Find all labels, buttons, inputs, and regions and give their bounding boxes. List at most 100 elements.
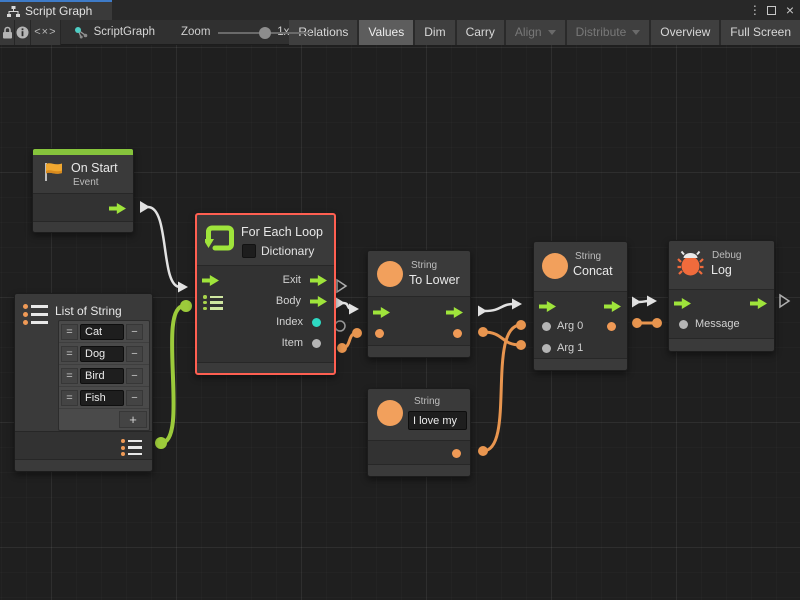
flow-input-port[interactable] <box>539 301 556 312</box>
event-strip <box>33 149 133 155</box>
wire-endpoint <box>516 340 526 350</box>
flow-output-port[interactable] <box>604 301 621 312</box>
wire-endpoint <box>180 300 192 312</box>
list-item-row: = − <box>59 343 149 365</box>
list-item-row: = − <box>59 365 149 387</box>
info-icon <box>16 26 29 39</box>
node-debug-log[interactable]: Debug Log Message <box>668 240 775 352</box>
node-category: String <box>414 396 440 407</box>
list-item-field[interactable] <box>80 324 124 340</box>
flow-input-port[interactable] <box>373 307 390 318</box>
flow-output-port[interactable] <box>109 203 126 214</box>
drag-handle[interactable]: = <box>61 346 78 362</box>
carry-button[interactable]: Carry <box>457 20 504 45</box>
wire-tolower-arg1[interactable] <box>483 332 521 345</box>
list-item-field[interactable] <box>80 368 124 384</box>
arg1-input-port[interactable] <box>542 344 551 353</box>
list-item-field[interactable] <box>80 346 124 362</box>
node-footer <box>33 221 133 232</box>
node-body: Exit Body Index Item <box>197 265 334 362</box>
node-title: List of String <box>55 304 122 318</box>
wire-endpoint <box>478 327 488 337</box>
string-icon <box>377 261 403 287</box>
graph-canvas[interactable]: On Start Event List of String = − = − <box>0 45 800 600</box>
values-button[interactable]: Values <box>359 20 413 45</box>
port-label-index: Index <box>276 316 303 328</box>
node-to-lower[interactable]: String To Lower <box>367 250 471 358</box>
wire-onstart-foreach[interactable] <box>148 207 180 287</box>
drag-handle[interactable]: = <box>61 324 78 340</box>
wire-list-foreach[interactable] <box>161 306 184 443</box>
remove-item-button[interactable]: − <box>126 368 143 384</box>
collection-input-port[interactable] <box>203 295 223 310</box>
index-output-port[interactable] <box>312 318 321 327</box>
string-input-port[interactable] <box>375 329 384 338</box>
list-item-field[interactable] <box>80 390 124 406</box>
flow-output-body[interactable] <box>310 296 327 307</box>
message-input-port[interactable] <box>679 320 688 329</box>
remove-item-button[interactable]: − <box>126 346 143 362</box>
node-footer <box>534 358 627 370</box>
dim-button[interactable]: Dim <box>415 20 454 45</box>
align-button[interactable]: Align <box>506 20 565 45</box>
lock-button[interactable] <box>0 20 15 45</box>
result-output-port[interactable] <box>607 322 616 331</box>
overview-button[interactable]: Overview <box>651 20 719 45</box>
flow-output-exit[interactable] <box>310 275 327 286</box>
node-on-start[interactable]: On Start Event <box>32 148 134 233</box>
node-body <box>368 296 470 348</box>
wire-endpoint <box>632 318 642 328</box>
flow-output-port[interactable] <box>446 307 463 318</box>
code-toggle-button[interactable]: <×> <box>31 20 61 45</box>
arg0-input-port[interactable] <box>542 322 551 331</box>
distribute-button[interactable]: Distribute <box>567 20 650 45</box>
unconnected-value-port[interactable] <box>335 321 345 331</box>
tab-script-graph[interactable]: Script Graph <box>0 0 112 20</box>
close-icon[interactable]: × <box>786 5 794 15</box>
info-button[interactable] <box>15 20 30 45</box>
flow-input-port[interactable] <box>202 275 219 286</box>
unconnected-flow-port[interactable] <box>337 280 346 292</box>
item-output-port[interactable] <box>312 339 321 348</box>
dictionary-checkbox[interactable] <box>242 244 256 258</box>
flow-output-port[interactable] <box>750 298 767 309</box>
fullscreen-button[interactable]: Full Screen <box>721 20 800 45</box>
wire-endpoint <box>155 437 167 449</box>
node-list-of-string[interactable]: List of String = − = − = − = − + <box>14 293 153 472</box>
port-label-item: Item <box>282 337 303 349</box>
string-output-port[interactable] <box>453 329 462 338</box>
wire-endpoint <box>516 320 526 330</box>
node-concat[interactable]: String Concat Arg 0 Arg 1 <box>533 241 628 371</box>
port-label-body: Body <box>276 295 301 307</box>
unconnected-flow-port[interactable] <box>780 295 789 307</box>
string-icon <box>377 400 403 426</box>
graph-name-chip[interactable]: ScriptGraph <box>74 26 155 39</box>
wire-endpoint <box>647 296 657 307</box>
wire-tolower-concat[interactable] <box>485 304 514 311</box>
node-category: String <box>575 251 601 262</box>
list-output-port[interactable] <box>121 439 143 456</box>
drag-handle[interactable]: = <box>61 368 78 384</box>
add-item-button[interactable]: + <box>119 411 147 428</box>
string-output-port[interactable] <box>452 449 461 458</box>
port-label-exit: Exit <box>283 274 301 286</box>
wire-endpoint <box>512 299 522 310</box>
node-for-each-loop[interactable]: For Each Loop Dictionary Exit Body Index… <box>195 213 336 375</box>
port-label-arg1: Arg 1 <box>557 342 583 354</box>
wire-endpoint <box>349 304 359 315</box>
maximize-icon[interactable] <box>767 6 776 15</box>
graph-toolbar: <×> ScriptGraph Zoom 1x Relations Values… <box>0 20 800 45</box>
string-value-field[interactable] <box>408 411 467 430</box>
zoom-slider[interactable] <box>218 20 271 45</box>
flow-input-port[interactable] <box>674 298 691 309</box>
list-item-row: = − <box>59 321 149 343</box>
zoom-slider-handle[interactable] <box>259 27 271 39</box>
remove-item-button[interactable]: − <box>126 324 143 340</box>
node-string-literal[interactable]: String <box>367 388 471 477</box>
remove-item-button[interactable]: − <box>126 390 143 406</box>
drag-handle[interactable]: = <box>61 390 78 406</box>
node-title: To Lower <box>409 273 460 287</box>
window-menu-icon[interactable]: ⋮ <box>749 3 757 17</box>
node-title: For Each Loop <box>241 225 323 239</box>
port-label-message: Message <box>695 318 740 330</box>
